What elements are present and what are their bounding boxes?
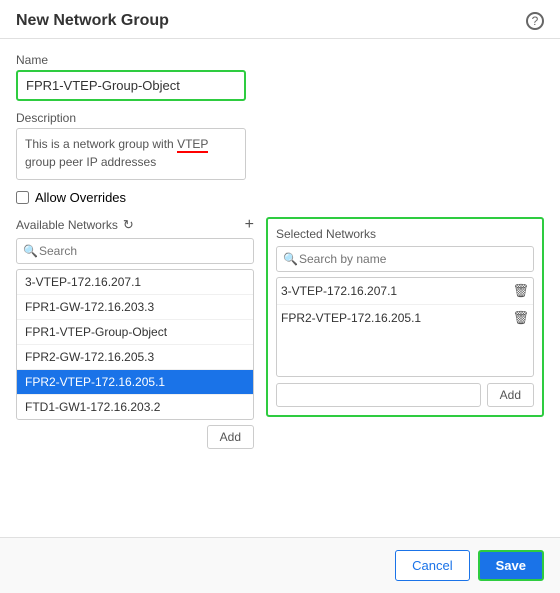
list-item[interactable]: FTD1-GW1-172.16.203.2 bbox=[17, 395, 253, 419]
list-item[interactable]: FPR1-GW-172.16.203.3 bbox=[17, 295, 253, 320]
list-item-selected[interactable]: FPR2-VTEP-172.16.205.1 bbox=[17, 370, 253, 395]
name-label: Name bbox=[16, 53, 544, 67]
available-search-icon: 🔍 bbox=[23, 244, 38, 258]
selected-new-input[interactable] bbox=[276, 383, 481, 407]
selected-item: FPR2-VTEP-172.16.205.1 🗑 bbox=[277, 305, 533, 331]
available-add-row: Add bbox=[16, 425, 254, 449]
selected-networks-label: Selected Networks bbox=[276, 227, 534, 241]
save-button[interactable]: Save bbox=[478, 550, 544, 581]
allow-overrides-label: Allow Overrides bbox=[35, 190, 126, 205]
delete-item-icon[interactable]: 🗑 bbox=[512, 310, 529, 326]
dialog-header: New Network Group ? bbox=[0, 0, 560, 39]
add-network-plus-icon[interactable]: + bbox=[245, 217, 254, 233]
cancel-button[interactable]: Cancel bbox=[395, 550, 469, 581]
selected-search-icon: 🔍 bbox=[283, 252, 298, 266]
name-field-group: Name bbox=[16, 53, 544, 101]
selected-search-wrap: 🔍 bbox=[276, 246, 534, 272]
selected-item-name: FPR2-VTEP-172.16.205.1 bbox=[281, 311, 421, 325]
vtep-underline: VTEP bbox=[177, 137, 208, 153]
list-item[interactable]: FPR1-VTEP-Group-Object bbox=[17, 320, 253, 345]
dialog-footer: Cancel Save bbox=[0, 537, 560, 593]
available-add-button[interactable]: Add bbox=[207, 425, 254, 449]
selected-networks-col: Selected Networks 🔍 3-VTEP-172.16.207.1 … bbox=[266, 217, 544, 417]
new-network-group-dialog: New Network Group ? Name Description Thi… bbox=[0, 0, 560, 593]
selected-add-button[interactable]: Add bbox=[487, 383, 534, 407]
available-networks-list: 3-VTEP-172.16.207.1 FPR1-GW-172.16.203.3… bbox=[16, 269, 254, 420]
delete-item-icon[interactable]: 🗑 bbox=[512, 283, 529, 299]
networks-columns: Available Networks ↻ + 🔍 3-VTEP-172.16.2… bbox=[16, 217, 544, 449]
available-networks-label: Available Networks ↻ bbox=[16, 217, 134, 233]
refresh-icon[interactable]: ↻ bbox=[123, 217, 134, 233]
list-item[interactable]: 3-VTEP-172.16.207.1 bbox=[17, 270, 253, 295]
selected-add-row: Add bbox=[276, 383, 534, 407]
dialog-title: New Network Group bbox=[16, 12, 169, 30]
selected-item-name: 3-VTEP-172.16.207.1 bbox=[281, 284, 397, 298]
available-search-wrap: 🔍 bbox=[16, 238, 254, 264]
help-icon[interactable]: ? bbox=[526, 12, 544, 30]
dialog-body: Name Description This is a network group… bbox=[0, 39, 560, 463]
description-field-group: Description This is a network group with… bbox=[16, 111, 544, 180]
name-input[interactable] bbox=[16, 70, 246, 101]
description-text: This is a network group with VTEP group … bbox=[16, 128, 246, 180]
available-networks-col: Available Networks ↻ + 🔍 3-VTEP-172.16.2… bbox=[16, 217, 254, 449]
available-networks-header: Available Networks ↻ + bbox=[16, 217, 254, 233]
selected-search-input[interactable] bbox=[276, 246, 534, 272]
available-search-input[interactable] bbox=[16, 238, 254, 264]
list-item[interactable]: FPR2-GW-172.16.205.3 bbox=[17, 345, 253, 370]
description-label: Description bbox=[16, 111, 544, 125]
selected-networks-list: 3-VTEP-172.16.207.1 🗑 FPR2-VTEP-172.16.2… bbox=[276, 277, 534, 377]
allow-overrides-checkbox[interactable] bbox=[16, 191, 29, 204]
allow-overrides-row: Allow Overrides bbox=[16, 190, 544, 205]
selected-item: 3-VTEP-172.16.207.1 🗑 bbox=[277, 278, 533, 305]
